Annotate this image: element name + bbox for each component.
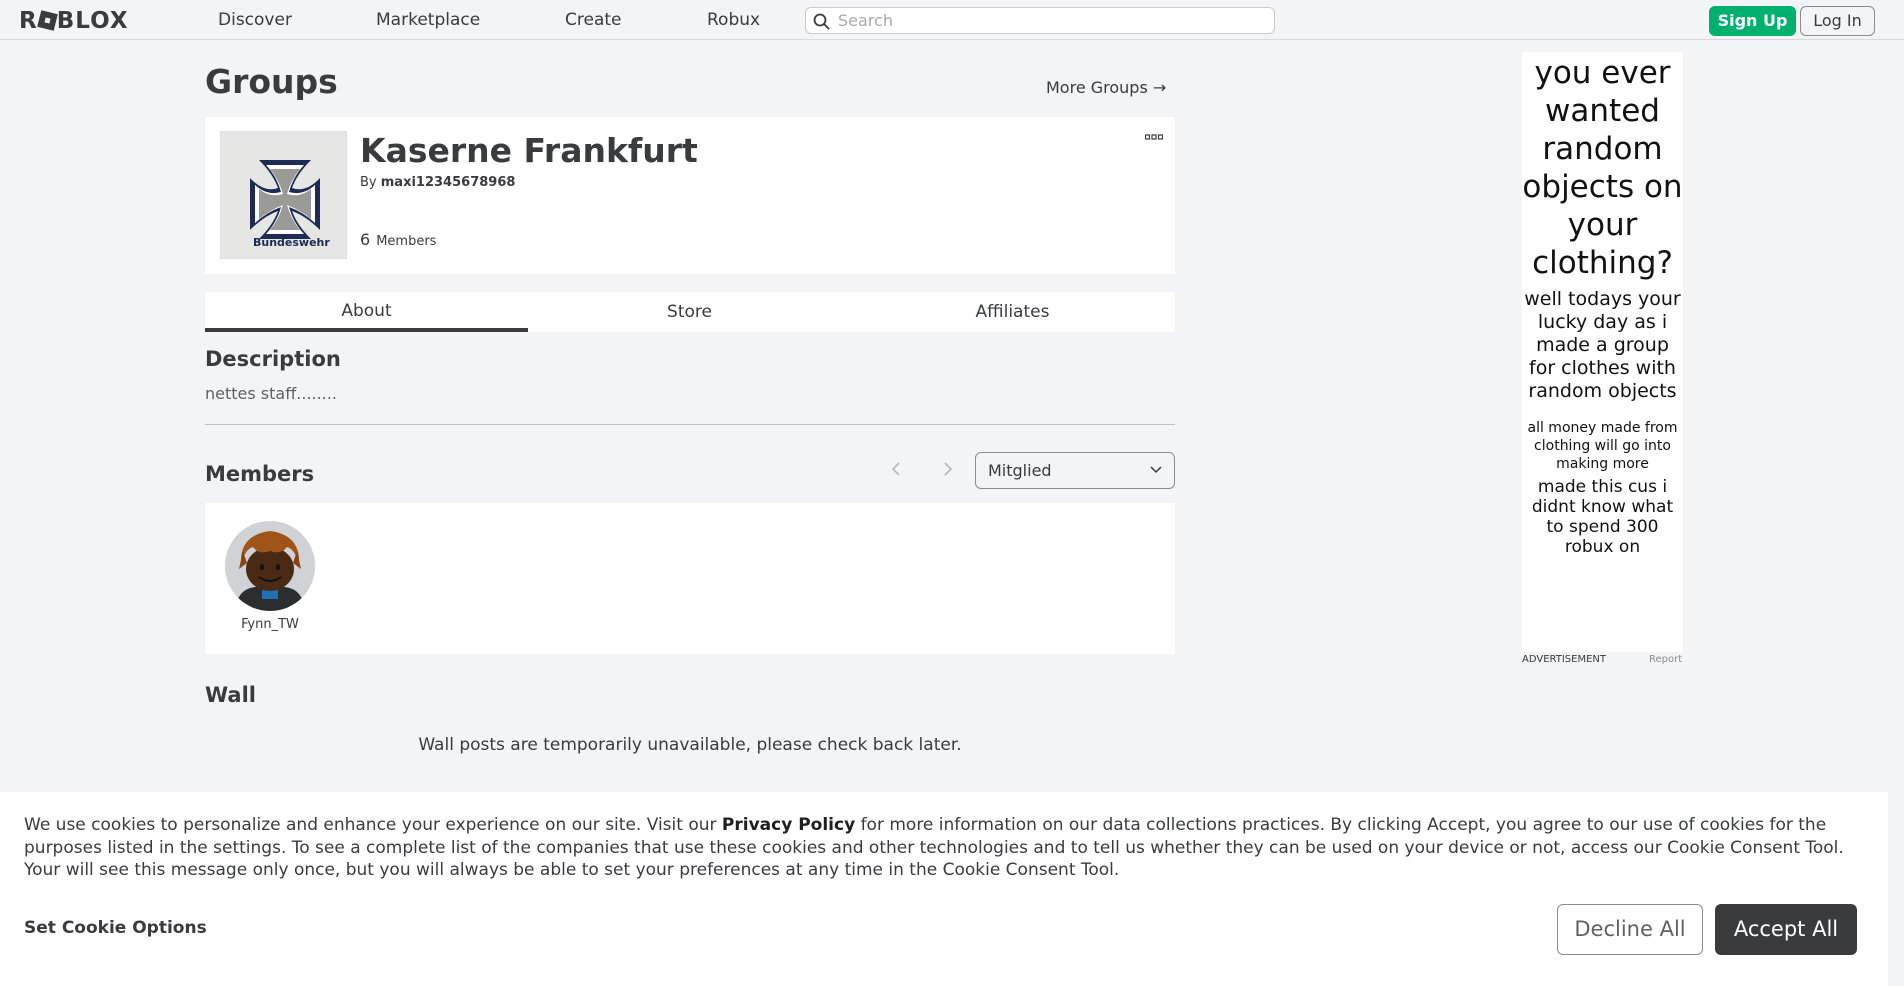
group-header-card: Bundeswehr Kaserne Frankfurt By maxi1234… [205,117,1175,274]
members-heading: Members [205,462,315,486]
group-owner-link[interactable]: maxi12345678968 [381,175,516,190]
nav-create[interactable]: Create [565,10,622,30]
cookie-text-before: We use cookies to personalize and enhanc… [24,815,722,835]
page-title: Groups [205,62,338,101]
wall-heading: Wall [205,683,256,707]
tab-store[interactable]: Store [528,292,851,332]
member-card[interactable]: Fynn_TW [223,521,317,632]
report-ad-link[interactable]: Report [1649,654,1682,665]
chevron-down-icon [1150,466,1162,474]
top-navigation-bar: R BLOX Discover Marketplace Create Robux … [0,0,1904,40]
sign-up-button[interactable]: Sign Up [1709,6,1796,36]
ad-footer-text: made this cus i didnt know what to spend… [1531,477,1674,557]
tab-about[interactable]: About [205,292,528,332]
nav-marketplace[interactable]: Marketplace [376,10,480,30]
set-cookie-options-link[interactable]: Set Cookie Options [24,918,207,938]
description-heading: Description [205,347,341,371]
group-emblem[interactable]: Bundeswehr [220,131,347,259]
decline-all-button[interactable]: Decline All [1557,904,1703,955]
accept-all-button[interactable]: Accept All [1715,904,1857,955]
role-dropdown-value: Mitglied [988,461,1052,480]
by-label: By [360,175,377,190]
log-in-button[interactable]: Log In [1800,6,1875,36]
ad-note: all money made from clothing will go int… [1527,420,1678,472]
nav-robux[interactable]: Robux [707,10,760,30]
chevron-right-icon[interactable] [942,461,954,477]
roblox-logo[interactable]: R BLOX [19,8,129,34]
cookie-message: We use cookies to personalize and enhanc… [24,814,1874,882]
search-icon [813,13,830,30]
member-name[interactable]: Fynn_TW [223,617,317,632]
avatar-image [225,521,315,611]
members-label: Members [376,234,437,249]
more-groups-link[interactable]: More Groups → [1046,78,1166,97]
wall-unavailable-message: Wall posts are temporarily unavailable, … [418,735,962,755]
group-tabs: About Store Affiliates [205,292,1175,332]
emblem-brand-text: Bundeswehr [253,236,330,249]
ad-subtext: well todays your lucky day as i made a g… [1524,288,1681,402]
group-owner-row: By maxi12345678968 [360,175,515,190]
privacy-policy-link[interactable]: Privacy Policy [722,815,855,835]
member-avatar[interactable] [225,521,315,611]
member-count-row: 6 Members [360,230,436,249]
search-box[interactable] [805,7,1275,34]
more-options-icon[interactable] [1145,133,1163,143]
section-divider [205,424,1175,425]
more-groups-label: More Groups → [1046,78,1167,97]
group-name: Kaserne Frankfurt [360,131,698,170]
advertisement-banner[interactable]: you ever wanted random objects on your c… [1522,52,1683,652]
ad-headline: you ever wanted random objects on your c… [1522,55,1683,281]
cookie-consent-banner: We use cookies to personalize and enhanc… [0,792,1888,986]
nav-discover[interactable]: Discover [218,10,292,30]
members-list: Fynn_TW [205,503,1175,654]
description-text: nettes staff........ [205,384,337,403]
tab-affiliates[interactable]: Affiliates [851,292,1174,332]
member-count: 6 [360,230,371,249]
logo-o-mark [36,10,58,31]
search-input[interactable] [838,10,1258,31]
role-dropdown[interactable]: Mitglied [975,452,1175,489]
advertisement-label: ADVERTISEMENT [1522,654,1607,665]
chevron-left-icon[interactable] [890,461,902,477]
